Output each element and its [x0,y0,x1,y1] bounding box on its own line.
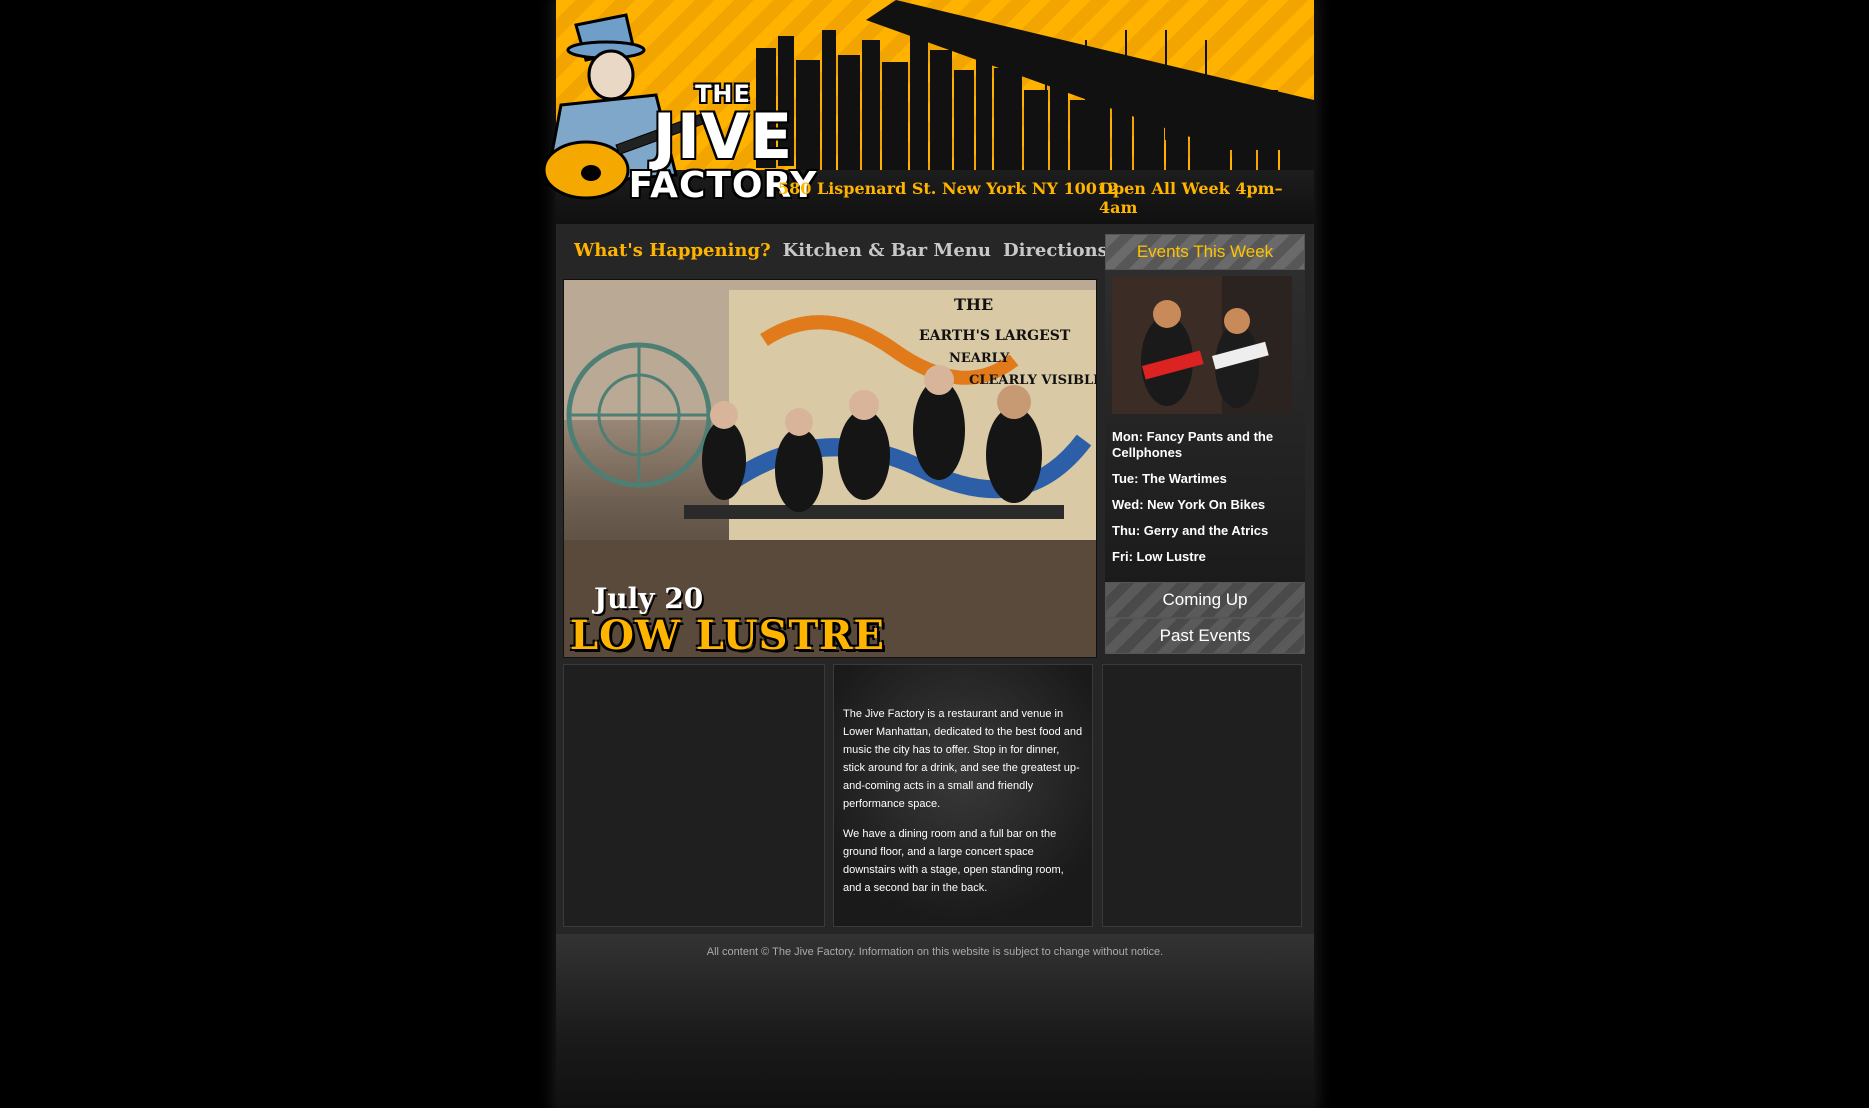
featured-event-banner[interactable]: THE EARTH'S LARGEST NEARLY CLEARLY VISIB… [563,279,1097,658]
featured-band-name: LOW LUSTRE [570,612,886,658]
svg-text:NEARLY: NEARLY [949,351,1010,366]
svg-text:EARTH'S LARGEST: EARTH'S LARGEST [919,328,1071,344]
events-this-week-panel: Mon: Fancy Pants and the Cellphones Tue:… [1105,270,1305,582]
nav-directions[interactable]: Directions [1003,240,1108,264]
content-box-left [563,664,825,927]
nav-kitchen-bar-menu[interactable]: Kitchen & Bar Menu [783,240,991,264]
svg-text:CLEARLY VISIBLE: CLEARLY VISIBLE [969,373,1096,388]
event-item[interactable]: Wed: New York On Bikes [1112,497,1298,513]
event-item[interactable]: Tue: The Wartimes [1112,471,1298,487]
main-nav: What's Happening? Kitchen & Bar Menu Dir… [574,240,1108,264]
events-this-week-tab[interactable]: Events This Week [1105,234,1305,270]
about-box: The Jive Factory is a restaurant and ven… [833,664,1093,927]
venue-address: 580 Lispenard St. New York NY 10012 [778,179,1120,198]
site-header: THE JIVE FACTORY 580 Lispenard St. New Y… [542,0,1314,224]
about-paragraph: We have a dining room and a full bar on … [843,828,1064,894]
event-photo [1112,276,1292,414]
page-container: THE JIVE FACTORY 580 Lispenard St. New Y… [542,0,1314,1108]
events-list: Mon: Fancy Pants and the Cellphones Tue:… [1105,413,1305,565]
site-footer: All content © The Jive Factory. Informat… [556,934,1314,1108]
event-item[interactable]: Fri: Low Lustre [1112,549,1298,565]
svg-text:THE: THE [954,295,993,314]
featured-event-date: July 20 [594,582,704,615]
coming-up-button[interactable]: Coming Up [1105,582,1305,618]
event-item[interactable]: Mon: Fancy Pants and the Cellphones [1112,429,1298,461]
content-box-right [1102,664,1302,927]
events-sidebar: Events This Week Mon: Fancy Pants and th… [1105,234,1305,654]
event-item[interactable]: Thu: Gerry and the Atrics [1112,523,1298,539]
nav-whats-happening[interactable]: What's Happening? [574,240,771,264]
about-text: The Jive Factory is a restaurant and ven… [843,705,1083,909]
about-paragraph: The Jive Factory is a restaurant and ven… [843,708,1083,810]
past-events-button[interactable]: Past Events [1105,618,1305,654]
venue-hours: Open All Week 4pm–4am [1099,179,1283,217]
copyright-text: All content © The Jive Factory. Informat… [706,946,1164,958]
logo-jive: JIVE [652,100,794,173]
